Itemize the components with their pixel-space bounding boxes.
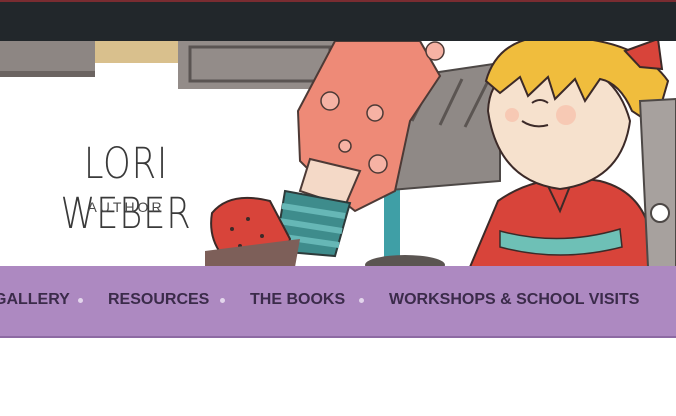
nav-item-the-books[interactable]: THE BOOKS xyxy=(250,291,345,309)
nav-separator-dot xyxy=(359,298,364,303)
site-header: LORI WEBER AUTHOR xyxy=(0,41,676,267)
nav-separator-dot xyxy=(220,298,225,303)
nav-item-workshops[interactable]: WORKSHOPS & SCHOOL VISITS xyxy=(389,291,639,309)
site-tagline: AUTHOR xyxy=(87,199,165,215)
nav-item-resources[interactable]: RESOURCES xyxy=(108,291,209,309)
grey-bench-left xyxy=(0,41,95,75)
main-navigation: GALLERY RESOURCES THE BOOKS WORKSHOPS & … xyxy=(0,266,676,338)
nav-separator-dot xyxy=(78,298,83,303)
top-bar xyxy=(0,0,676,41)
nav-item-gallery[interactable]: GALLERY xyxy=(0,291,70,309)
site-title[interactable]: LORI WEBER xyxy=(23,139,230,239)
